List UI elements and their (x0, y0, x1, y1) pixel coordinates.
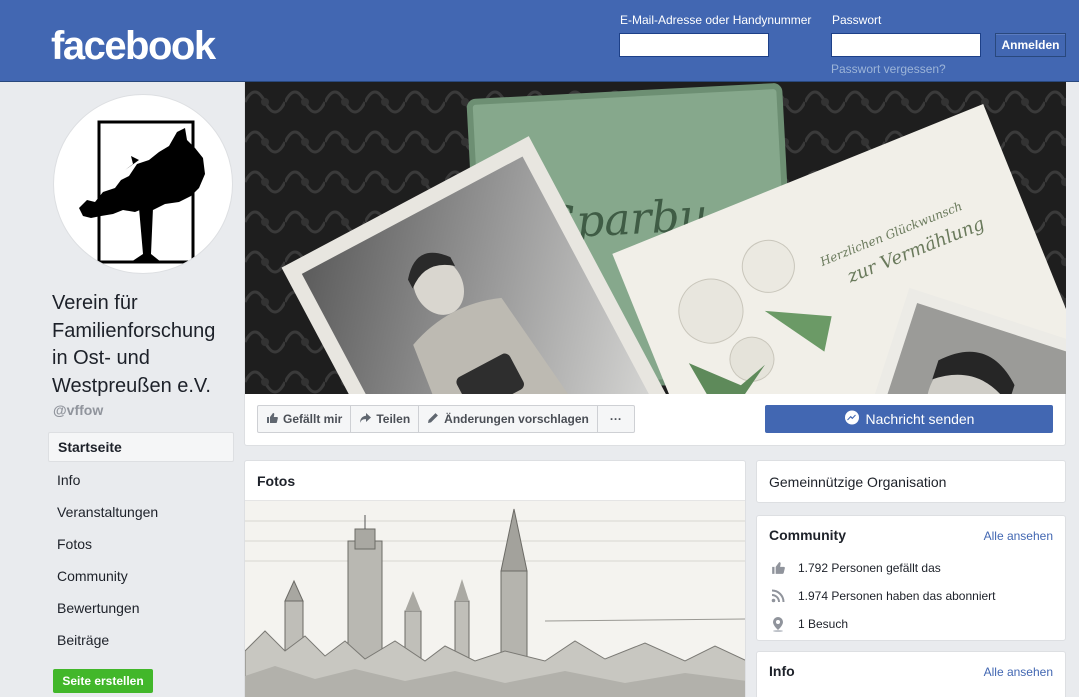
page-handle[interactable]: @vffow (53, 402, 103, 418)
visits-count: 1 Besuch (798, 617, 849, 631)
nav-item-bewertungen[interactable]: Bewertungen (48, 592, 234, 624)
login-button[interactable]: Anmelden (995, 33, 1066, 57)
share-arrow-icon (359, 412, 372, 427)
top-bar: facebook E-Mail-Adresse oder Handynummer… (0, 0, 1079, 82)
visits-stat: 1 Besuch (757, 610, 1065, 638)
send-message-label: Nachricht senden (865, 411, 975, 427)
community-see-all-link[interactable]: Alle ansehen (984, 529, 1053, 543)
email-field[interactable] (619, 33, 769, 57)
facebook-logo[interactable]: facebook (51, 24, 216, 68)
profile-picture[interactable] (53, 94, 233, 274)
category-card: Gemeinnützige Organisation (756, 460, 1066, 503)
nav-item-info[interactable]: Info (48, 464, 234, 496)
location-pin-icon (769, 615, 787, 633)
password-field[interactable] (831, 33, 981, 57)
nav-item-startseite[interactable]: Startseite (48, 432, 234, 462)
tree-map-logo-icon (79, 120, 205, 264)
thumbs-up-icon (266, 412, 278, 427)
community-card: Community Alle ansehen 1.792 Personen ge… (756, 515, 1066, 641)
page-title: Verein für Familienforschung in Ost- und… (52, 292, 216, 397)
like-button-label: Gefällt mir (283, 412, 343, 426)
photo-city-engraving[interactable] (245, 501, 745, 697)
photos-card: Fotos (244, 460, 746, 697)
nav-item-beitraege[interactable]: Beiträge (48, 624, 234, 656)
more-options-button[interactable]: ··· (596, 405, 635, 433)
followers-count: 1.974 Personen haben das abonniert (798, 589, 996, 603)
cover-card: Sparbu Herzlichen Glückwunsch zur Vermäh… (244, 82, 1066, 446)
info-title: Info (769, 663, 795, 679)
page-category[interactable]: Gemeinnützige Organisation (769, 474, 946, 490)
suggest-edits-label: Änderungen vorschlagen (444, 412, 589, 426)
likes-count: 1.792 Personen gefällt das (798, 561, 941, 575)
page-actions: Gefällt mir Teilen Änderungen vorschlage… (257, 405, 635, 433)
password-label: Passwort (832, 13, 882, 27)
page-nav: Startseite Info Veranstaltungen Fotos Co… (48, 432, 234, 656)
nav-item-community[interactable]: Community (48, 560, 234, 592)
nav-item-veranstaltungen[interactable]: Veranstaltungen (48, 496, 234, 528)
likes-stat: 1.792 Personen gefällt das (757, 554, 1065, 582)
community-title: Community (769, 527, 846, 543)
suggest-edits-button[interactable]: Änderungen vorschlagen (418, 405, 598, 433)
photos-card-title: Fotos (245, 461, 745, 501)
like-button[interactable]: Gefällt mir (257, 405, 352, 433)
create-page-button[interactable]: Seite erstellen (53, 669, 153, 693)
nav-item-fotos[interactable]: Fotos (48, 528, 234, 560)
thumbs-up-icon (769, 559, 787, 577)
info-see-all-link[interactable]: Alle ansehen (984, 665, 1053, 679)
info-card: Info Alle ansehen (756, 651, 1066, 697)
share-button-label: Teilen (376, 412, 411, 426)
followers-stat: 1.974 Personen haben das abonniert (757, 582, 1065, 610)
cover-photo[interactable]: Sparbu Herzlichen Glückwunsch zur Vermäh… (245, 82, 1066, 394)
messenger-icon (844, 410, 860, 429)
pencil-icon (427, 412, 439, 427)
rss-icon (769, 587, 787, 605)
send-message-button[interactable]: Nachricht senden (765, 405, 1053, 433)
email-label: E-Mail-Adresse oder Handynummer (620, 13, 812, 27)
forgot-password-link[interactable]: Passwort vergessen? (831, 62, 946, 76)
share-button[interactable]: Teilen (350, 405, 420, 433)
